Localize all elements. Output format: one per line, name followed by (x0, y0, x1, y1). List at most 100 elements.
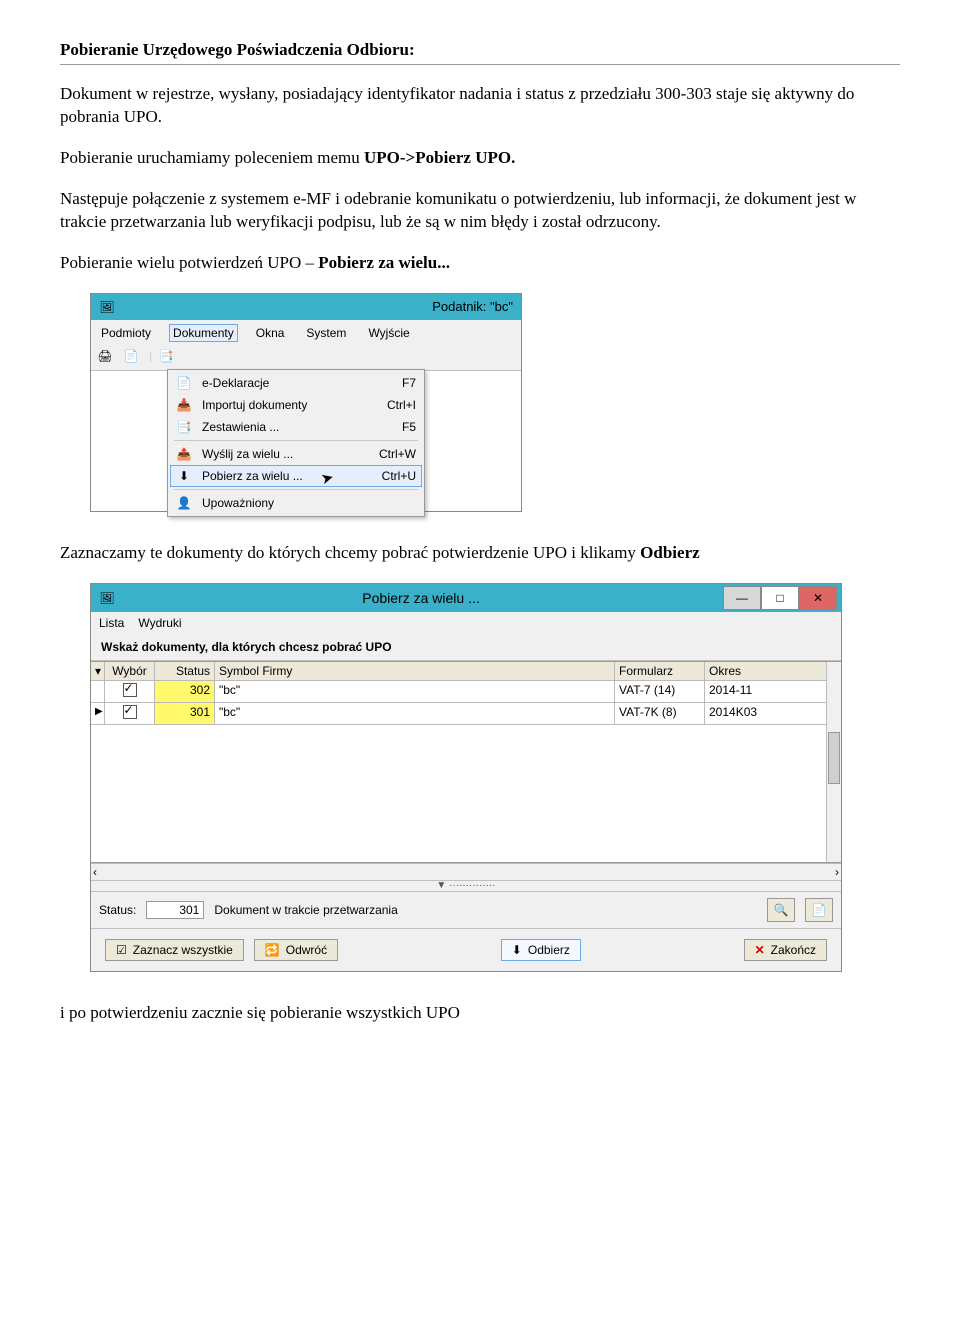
documents-grid: ▾ Wybór Status Symbol Firmy Formularz Ok… (91, 661, 841, 863)
paragraph-4-bold: Pobierz za wielu... (318, 253, 450, 272)
status-text: Dokument w trakcie przetwarzania (214, 903, 397, 917)
menu-item-label: Pobierz za wielu ... (202, 469, 303, 483)
row-indicator: ▶ (91, 703, 105, 725)
paragraph-2: Pobieranie uruchamiamy poleceniem memu U… (60, 147, 900, 170)
dialog-title: Pobierz za wielu ... (119, 590, 723, 606)
menu-podmioty[interactable]: Podmioty (97, 324, 155, 342)
vertical-scrollbar[interactable] (826, 662, 841, 862)
table-row[interactable]: ▶ 301 "bc" VAT-7K (8) 2014K03 (91, 703, 841, 725)
menubar: Podmioty Dokumenty Okna System Wyjście (91, 320, 521, 346)
button-label: Odwróć (286, 943, 327, 957)
scroll-left-icon[interactable]: ‹ (93, 865, 97, 879)
dialog-titlebar: 🖼 Pobierz za wielu ... — □ ✕ (91, 584, 841, 612)
cell-status: 301 (155, 703, 215, 725)
cell-checkbox[interactable] (105, 703, 155, 725)
receive-button[interactable]: ⬇ Odbierz (501, 939, 581, 961)
paragraph-5-text: Zaznaczamy te dokumenty do których chcem… (60, 543, 640, 562)
swap-icon: 🔁 (265, 943, 280, 957)
col-status[interactable]: Status (155, 662, 215, 681)
close-dialog-button[interactable]: ✕ Zakończ (744, 939, 827, 961)
menu-item-wyslij[interactable]: 📤 Wyślij za wielu ... Ctrl+W (170, 443, 422, 465)
dialog-icon: 🖼 (99, 590, 115, 606)
scroll-thumb[interactable] (828, 732, 840, 784)
menu-item-upowazniony[interactable]: 👤 Upoważniony (170, 492, 422, 514)
menu-item-shortcut: Ctrl+U (382, 469, 416, 483)
paragraph-6: i po potwierdzeniu zacznie się pobierani… (60, 1002, 900, 1025)
menu-item-label: Upoważniony (202, 496, 274, 510)
status-bar: Status: 301 Dokument w trakcie przetwarz… (91, 891, 841, 928)
page-title: Pobieranie Urzędowego Poświadczenia Odbi… (60, 40, 900, 60)
col-mark[interactable]: ▾ (91, 662, 105, 681)
toolbar: 🖨 📄 | 📑 (91, 346, 521, 371)
select-all-button[interactable]: ☑ Zaznacz wszystkie (105, 939, 244, 961)
col-symbol-firmy[interactable]: Symbol Firmy (215, 662, 615, 681)
menu-item-edeklaracje[interactable]: 📄 e-Deklaracje F7 (170, 372, 422, 394)
menu-dokumenty[interactable]: Dokumenty (169, 324, 238, 342)
menu-wydruki[interactable]: Wydruki (138, 616, 181, 630)
menu-lista[interactable]: Lista (99, 616, 124, 630)
button-label: Zakończ (771, 943, 816, 957)
button-label: Odbierz (528, 943, 570, 957)
checkbox-icon[interactable] (123, 683, 137, 697)
checkbox-icon[interactable] (123, 705, 137, 719)
button-label: Zaznacz wszystkie (133, 943, 233, 957)
import-icon: 📥 (176, 397, 192, 413)
menu-separator (174, 489, 418, 490)
dialog-menubar: Lista Wydruki (91, 612, 841, 634)
maximize-button[interactable]: □ (761, 586, 799, 610)
list-icon: 📑 (176, 419, 192, 435)
scroll-right-icon[interactable]: › (835, 865, 839, 879)
paragraph-5-bold: Odbierz (640, 543, 700, 562)
close-button[interactable]: ✕ (799, 586, 837, 610)
cell-form: VAT-7 (14) (615, 681, 705, 703)
dialog-pobierz-za-wielu: 🖼 Pobierz za wielu ... — □ ✕ Lista Wydru… (90, 583, 842, 972)
splitter-handle[interactable]: ▼ ·············· (91, 880, 841, 891)
heading-rule (60, 64, 900, 65)
grid-header: ▾ Wybór Status Symbol Firmy Formularz Ok… (91, 662, 841, 681)
menu-wyjscie[interactable]: Wyjście (364, 324, 413, 342)
menu-okna[interactable]: Okna (252, 324, 289, 342)
paragraph-4-text: Pobieranie wielu potwierdzeń UPO – (60, 253, 318, 272)
menu-item-label: Zestawienia ... (202, 420, 279, 434)
invert-button[interactable]: 🔁 Odwróć (254, 939, 338, 961)
status-search-button[interactable]: 🔍 (767, 898, 795, 922)
menu-item-pobierz[interactable]: ⬇ Pobierz za wielu ... Ctrl+U (170, 465, 422, 487)
send-icon: 📤 (176, 446, 192, 462)
cell-form: VAT-7K (8) (615, 703, 705, 725)
cell-checkbox[interactable] (105, 681, 155, 703)
menu-item-label: Importuj dokumenty (202, 398, 307, 412)
menu-item-importuj[interactable]: 📥 Importuj dokumenty Ctrl+I (170, 394, 422, 416)
cell-okres: 2014-11 (705, 681, 841, 703)
status-label: Status: (99, 903, 136, 917)
client-area: 📄 e-Deklaracje F7 📥 Importuj dokumenty C… (91, 371, 521, 511)
menu-item-shortcut: Ctrl+W (379, 447, 416, 461)
toolbar-more-icon[interactable]: 📑 (158, 348, 174, 364)
menu-item-label: Wyślij za wielu ... (202, 447, 293, 461)
menu-system[interactable]: System (302, 324, 350, 342)
paragraph-2-bold: UPO->Pobierz UPO. (364, 148, 515, 167)
toolbar-doc-icon[interactable]: 📄 (123, 348, 139, 364)
table-row[interactable]: 302 "bc" VAT-7 (14) 2014-11 (91, 681, 841, 703)
paragraph-2-text: Pobieranie uruchamiamy poleceniem memu (60, 148, 364, 167)
menu-item-zestawienia[interactable]: 📑 Zestawienia ... F5 (170, 416, 422, 438)
menu-item-shortcut: F7 (402, 376, 416, 390)
col-okres[interactable]: Okres (705, 662, 827, 681)
minimize-button[interactable]: — (723, 586, 761, 610)
menu-separator (174, 440, 418, 441)
doc-icon: 📄 (176, 375, 192, 391)
paragraph-5: Zaznaczamy te dokumenty do których chcem… (60, 542, 900, 565)
checklist-icon: ☑ (116, 943, 127, 957)
download-icon: ⬇ (512, 943, 522, 957)
col-wybor[interactable]: Wybór (105, 662, 155, 681)
paragraph-4: Pobieranie wielu potwierdzeń UPO – Pobie… (60, 252, 900, 275)
user-icon: 👤 (176, 495, 192, 511)
dialog-instruction: Wskaż dokumenty, dla których chcesz pobr… (91, 634, 841, 661)
row-indicator (91, 681, 105, 703)
button-bar: ☑ Zaznacz wszystkie 🔁 Odwróć ⬇ Odbierz ✕… (91, 928, 841, 971)
toolbar-print-icon[interactable]: 🖨 (97, 348, 113, 364)
horizontal-scrollbar[interactable]: ‹ › (91, 863, 841, 880)
titlebar: 🖼 Podatnik: "bc" (91, 294, 521, 320)
col-formularz[interactable]: Formularz (615, 662, 705, 681)
app-window-menu: 🖼 Podatnik: "bc" Podmioty Dokumenty Okna… (90, 293, 522, 512)
status-detail-button[interactable]: 📄 (805, 898, 833, 922)
